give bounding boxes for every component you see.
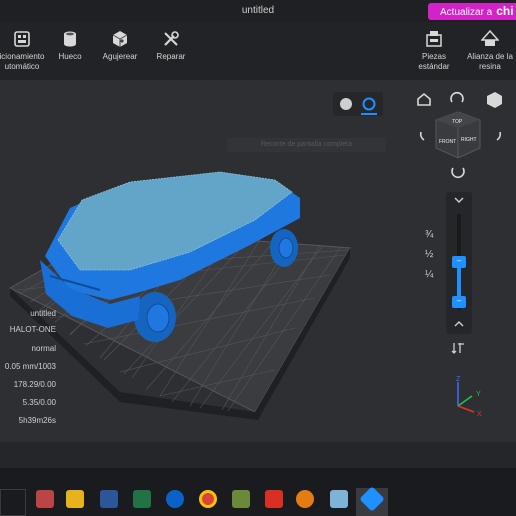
- view-mode-toggle[interactable]: [333, 92, 383, 116]
- repair-label: Reparar: [156, 52, 186, 61]
- drill-label: Agujerear: [102, 52, 138, 61]
- info-layer: 0.05 mm/1003: [4, 362, 56, 371]
- rotate-right-icon: [496, 131, 502, 141]
- view-cube-controls[interactable]: TOP FRONT RIGHT: [412, 88, 516, 184]
- chevron-down-icon[interactable]: [454, 196, 464, 204]
- repair-button[interactable]: Reparar: [154, 30, 188, 62]
- hollow-icon: [64, 31, 76, 47]
- drill-icon: [112, 31, 128, 47]
- pdf-icon[interactable]: [265, 490, 283, 508]
- rotate-up-icon: [450, 91, 464, 103]
- info-weight: 5.35/0.00: [22, 398, 56, 407]
- layer-slider[interactable]: – –: [446, 192, 472, 334]
- auto-layout-icon: [14, 31, 30, 47]
- slider-half: ½: [425, 249, 434, 260]
- auto-layout-button[interactable]: icionamiento utomático: [0, 30, 46, 72]
- repair-icon: [164, 31, 179, 46]
- auto-layout-label: icionamiento utomático: [0, 52, 45, 71]
- cad-icon[interactable]: [330, 490, 348, 508]
- layer-sort-icon[interactable]: [451, 342, 465, 354]
- info-mode: normal: [31, 344, 56, 353]
- upgrade-label: Actualizar a: [440, 7, 493, 18]
- info-time: 5h39m26s: [18, 416, 56, 425]
- hollow-label: Hueco: [58, 52, 82, 61]
- resin-alliance-label: Alianza de la resina: [467, 52, 513, 71]
- resin-alliance-icon: [481, 30, 499, 46]
- cube-right-label: RIGHT: [461, 137, 477, 143]
- solid-view-icon[interactable]: [339, 97, 353, 111]
- standard-parts-button[interactable]: Piezas estándar: [414, 30, 454, 72]
- slider-quarter: ¼: [425, 269, 434, 280]
- chevron-up-icon[interactable]: [454, 320, 464, 328]
- info-name: untitled: [30, 309, 56, 318]
- axis-y-label: Y: [476, 391, 481, 398]
- drill-button[interactable]: Agujerear: [100, 30, 140, 62]
- file-explorer-icon[interactable]: [66, 490, 84, 508]
- info-volume: 178.29/0.00: [13, 380, 56, 389]
- axis-z-label: Z: [456, 376, 461, 383]
- cube-front-label: FRONT: [439, 139, 456, 145]
- cube-top-label: TOP: [452, 119, 463, 125]
- standard-parts-icon: [426, 31, 442, 47]
- upgrade-button[interactable]: Actualizar a chi: [428, 3, 516, 20]
- iso-view-icon: [487, 92, 502, 108]
- info-printer: HALOT-ONE: [9, 325, 56, 334]
- axis-x-label: X: [477, 411, 482, 418]
- lower-handle[interactable]: –: [452, 296, 466, 308]
- toolbar: icionamiento utomático Hueco Agujerear R…: [0, 22, 516, 80]
- rotate-left-icon: [419, 131, 425, 141]
- home-view-icon: [417, 92, 431, 106]
- taskbar-start[interactable]: [0, 489, 26, 516]
- chrome-icon[interactable]: [199, 490, 217, 508]
- bluetooth-icon[interactable]: [166, 490, 184, 508]
- status-bar: [0, 442, 516, 468]
- rotate-down-icon: [451, 167, 465, 179]
- upper-handle[interactable]: –: [452, 256, 466, 268]
- hollow-button[interactable]: Hueco: [55, 30, 85, 62]
- resin-alliance-button[interactable]: Alianza de la resina: [464, 30, 516, 72]
- blender-icon[interactable]: [296, 490, 314, 508]
- title-bar: untitled Actualizar a chi: [0, 0, 516, 22]
- word-icon[interactable]: [100, 490, 118, 508]
- paint-palette-icon[interactable]: [232, 490, 250, 508]
- slider-three-quarters: ¾: [425, 229, 434, 240]
- excel-icon[interactable]: [133, 490, 151, 508]
- standard-parts-label: Piezas estándar: [418, 52, 450, 71]
- active-indicator: [361, 113, 377, 115]
- xray-view-icon[interactable]: [362, 97, 376, 111]
- screenshot-tooltip: Recorte de pantalla completa: [227, 138, 386, 152]
- upgrade-brand: chi: [496, 4, 514, 18]
- paint-icon[interactable]: [36, 490, 54, 508]
- axes-gizmo: Z Y X: [456, 376, 482, 418]
